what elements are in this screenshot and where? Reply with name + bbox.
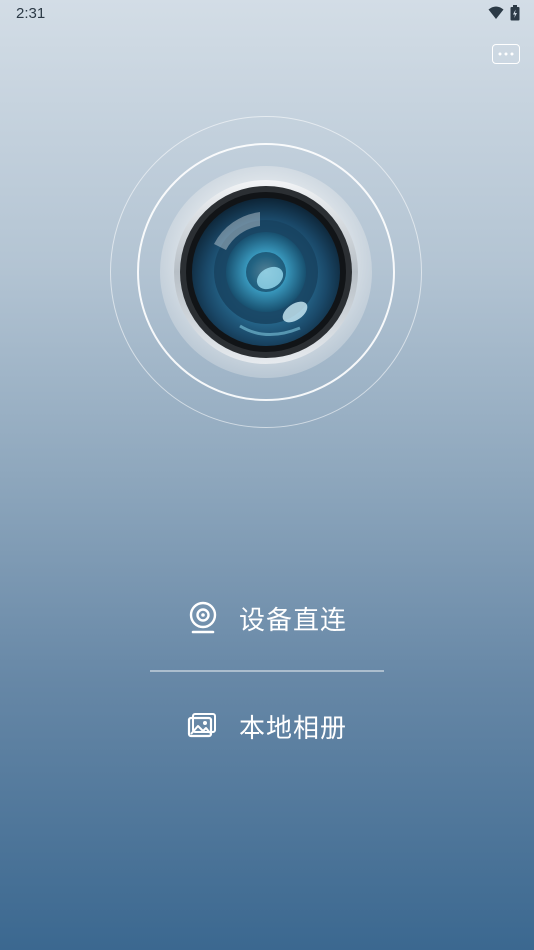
more-button[interactable] [492,44,520,64]
local-album-label: 本地相册 [238,713,347,744]
device-connect-button[interactable]: 设备直连 [150,590,384,646]
photo-album-icon [187,710,219,742]
device-connect-label: 设备直连 [238,605,347,636]
status-time: 2:31 [16,5,46,22]
more-dots-icon [498,52,514,56]
battery-icon [510,5,520,21]
status-bar: 2:31 [0,0,534,28]
hero-lens [110,116,422,428]
status-icons [488,5,520,21]
wifi-icon [488,6,504,19]
webcam-icon [187,601,219,634]
camera-lens-icon [160,166,372,378]
local-album-button[interactable]: 本地相册 [150,698,384,754]
menu-divider [150,670,384,672]
